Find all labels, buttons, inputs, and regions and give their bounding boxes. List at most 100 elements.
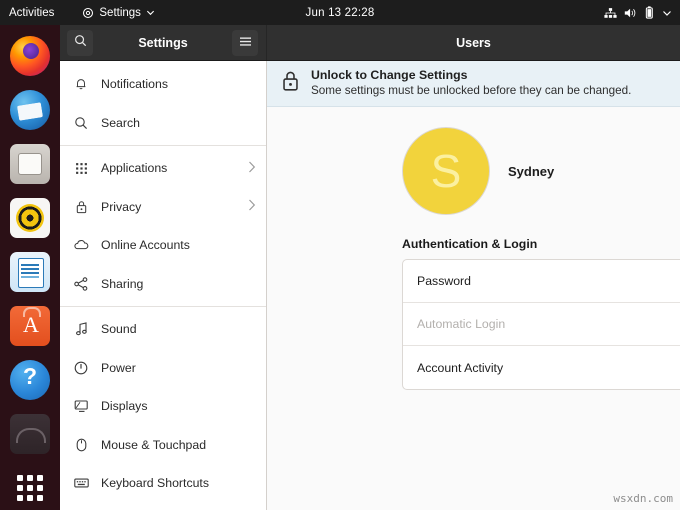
sidebar-item-label: Sound — [101, 322, 137, 337]
system-indicators[interactable] — [604, 6, 672, 19]
sidebar-item-notifications[interactable]: Notifications — [60, 65, 266, 104]
sidebar-item-label: Applications — [101, 161, 168, 176]
screen: Activities Settings Jun 13 22:28 A ? Set… — [0, 0, 680, 510]
rhythmbox-icon — [10, 198, 50, 238]
dock-item-files[interactable] — [8, 142, 52, 186]
unlock-banner[interactable]: Unlock to Change Settings Some settings … — [267, 61, 680, 107]
sidebar-item-label: Notifications — [101, 77, 168, 92]
sidebar-item-label: Search — [101, 115, 140, 130]
sidebar-item-label: Mouse & Touchpad — [101, 437, 207, 452]
volume-icon — [624, 7, 637, 19]
dock-item-firefox[interactable] — [8, 34, 52, 78]
avatar[interactable]: S — [402, 127, 490, 215]
keyboard-icon — [73, 475, 89, 491]
sidebar-item-displays[interactable]: Displays — [60, 387, 266, 426]
files-icon — [10, 144, 50, 184]
search-button[interactable] — [67, 29, 93, 56]
sidebar-item-sound[interactable]: Sound — [60, 310, 266, 349]
dock-item-rhythmbox[interactable] — [8, 196, 52, 240]
hamburger-menu-button[interactable] — [232, 29, 258, 56]
app-menu-button[interactable]: Settings — [82, 7, 155, 19]
sidebar-item-printers[interactable]: Printers — [60, 503, 266, 510]
unlock-banner-text: Unlock to Change Settings Some settings … — [311, 68, 631, 98]
row-automatic-login[interactable]: Automatic Login — [403, 303, 680, 346]
chevron-down-icon — [146, 8, 155, 17]
trash-icon — [10, 414, 50, 454]
row-label: Password — [417, 274, 471, 288]
sidebar-item-mouse-touchpad[interactable]: Mouse & Touchpad — [60, 426, 266, 465]
monitor-icon — [73, 398, 89, 414]
system-menu-chevron-icon — [662, 8, 672, 18]
sidebar-item-label: Power — [101, 360, 136, 375]
dock-item-thunderbird[interactable] — [8, 88, 52, 132]
bell-icon — [73, 76, 89, 92]
thunderbird-icon — [10, 90, 50, 130]
sidebar-divider — [60, 306, 266, 307]
header-content-section: Users — [267, 25, 680, 60]
users-panel: Unlock to Change Settings Some settings … — [267, 61, 680, 510]
sidebar-item-label: Keyboard Shortcuts — [101, 476, 210, 491]
search-icon — [74, 34, 87, 52]
dock-item-help[interactable] — [8, 358, 52, 402]
share-nodes-icon — [73, 276, 89, 292]
sidebar-item-label: Privacy — [101, 199, 142, 214]
music-note-icon — [73, 321, 89, 337]
page-title: Users — [456, 35, 491, 50]
search-icon — [73, 115, 89, 131]
show-applications-button[interactable] — [8, 466, 52, 510]
grid-dots-icon — [73, 160, 89, 176]
unlock-banner-title: Unlock to Change Settings — [311, 68, 468, 82]
sidebar-item-applications[interactable]: Applications — [60, 149, 266, 188]
row-label: Automatic Login — [417, 317, 506, 331]
network-icon — [604, 7, 617, 19]
chevron-right-icon — [248, 161, 256, 176]
activities-button[interactable]: Activities — [9, 7, 54, 19]
settings-sidebar[interactable]: Notifications Search Applications Privac… — [60, 61, 267, 510]
sidebar-item-search[interactable]: Search — [60, 104, 266, 143]
header-sidebar-section: Settings — [60, 25, 267, 60]
settings-list: Password Automatic Login Account Activit… — [402, 259, 680, 390]
app-menu-label: Settings — [99, 6, 141, 19]
window-body: Notifications Search Applications Privac… — [60, 61, 680, 510]
lock-icon — [73, 199, 89, 215]
dock-item-trash[interactable] — [8, 412, 52, 456]
window-header-bar: Settings Users — [60, 25, 680, 61]
watermark: wsxdn.com — [613, 492, 673, 505]
sidebar-item-keyboard-shortcuts[interactable]: Keyboard Shortcuts — [60, 464, 266, 503]
ubuntu-software-icon — [10, 306, 50, 346]
settings-window: Settings Users Notifications Search Appl… — [60, 25, 680, 510]
settings-gear-icon — [82, 7, 94, 19]
dock-item-ubuntu-software[interactable] — [8, 304, 52, 348]
sidebar-item-privacy[interactable]: Privacy — [60, 188, 266, 227]
ubuntu-dock — [0, 25, 60, 510]
help-icon — [10, 360, 50, 400]
avatar-initial: S — [430, 145, 462, 197]
row-password[interactable]: Password — [403, 260, 680, 303]
sidebar-item-label: Sharing — [101, 276, 144, 291]
user-name: Sydney — [508, 163, 555, 179]
sidebar-item-online-accounts[interactable]: Online Accounts — [60, 226, 266, 265]
battery-icon — [644, 6, 655, 19]
sidebar-item-sharing[interactable]: Sharing — [60, 265, 266, 304]
user-identity-block: S Sydney — [267, 107, 680, 215]
libreoffice-writer-icon — [10, 252, 50, 292]
row-label: Account Activity — [417, 360, 504, 375]
sidebar-item-power[interactable]: Power — [60, 349, 266, 388]
sidebar-item-label: Online Accounts — [101, 238, 190, 253]
row-account-activity[interactable]: Account Activity Lo — [403, 346, 680, 389]
dock-item-libreoffice-writer[interactable] — [8, 250, 52, 294]
firefox-icon — [10, 36, 50, 76]
authentication-login-section: Authentication & Login Password Automati… — [267, 215, 680, 390]
section-title: Authentication & Login — [402, 237, 538, 251]
cloud-icon — [73, 237, 89, 253]
hamburger-menu-icon — [239, 34, 252, 52]
power-icon — [73, 360, 89, 376]
mouse-icon — [73, 437, 89, 453]
lock-icon — [281, 70, 300, 97]
gnome-top-bar: Activities Settings Jun 13 22:28 — [0, 0, 680, 25]
grid-dots-icon — [17, 475, 43, 501]
sidebar-item-label: Displays — [101, 399, 148, 414]
chevron-right-icon — [248, 199, 256, 214]
sidebar-divider — [60, 145, 266, 146]
unlock-banner-subtitle: Some settings must be unlocked before th… — [311, 84, 632, 97]
